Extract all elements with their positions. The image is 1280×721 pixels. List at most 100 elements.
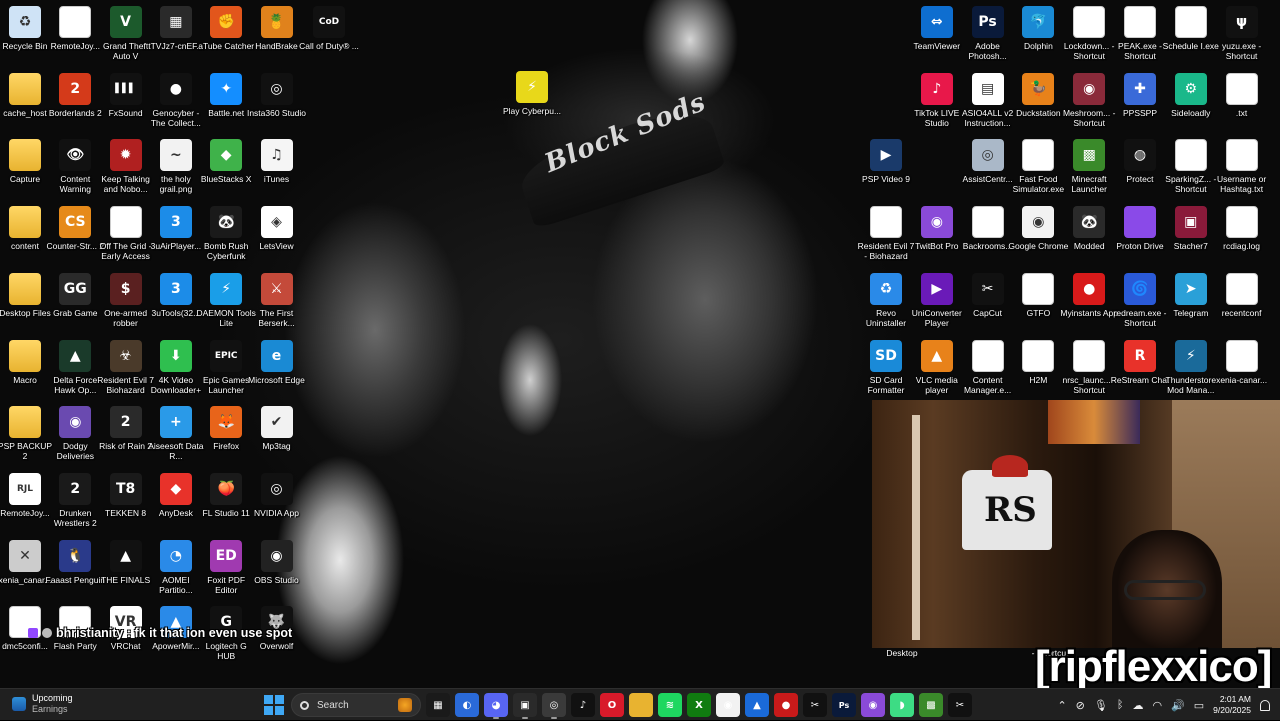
minecraft-taskbar-icon[interactable]: ▩ (919, 693, 943, 717)
desktop-icon[interactable]: ED Foxit PDF Editor (201, 539, 251, 595)
desktop-icon[interactable]: e Microsoft Edge (248, 339, 305, 385)
desktop-icon[interactable]: ◉ Google Chrome (1008, 206, 1068, 251)
desktop-icon[interactable]: ✦ Battle.net (201, 72, 251, 118)
desktop-icon[interactable]: 2 Drunken Wrestlers 2 (50, 472, 100, 528)
twitbot-taskbar-icon[interactable]: ◉ (861, 693, 885, 717)
desktop-icon[interactable]: Schedule I.exe (1163, 6, 1219, 51)
desktop-icon[interactable]: ψ yuzu.exe - Shortcut (1217, 6, 1267, 61)
desktop-icon[interactable]: ▶ PSP Video 9 (861, 139, 911, 184)
battery-icon[interactable]: ▭ (1194, 699, 1204, 712)
desktop-icon[interactable]: ▌▌▌ FxSound (101, 72, 151, 118)
desktop-icon[interactable]: ◉ Dodgy Deliveries (50, 406, 100, 461)
desktop-icon[interactable]: CoD Call of Duty® ... (299, 6, 359, 51)
desktop-icon[interactable]: $ One-armed robber (101, 272, 151, 328)
desktop-icon[interactable]: 🦆 Duckstation (1013, 72, 1063, 118)
capcut-taskbar-icon-2[interactable]: ✂ (948, 693, 972, 717)
desktop-icon[interactable]: ◔ AOMEI Partitio... (151, 539, 201, 595)
copilot-icon[interactable]: ◐ (455, 693, 479, 717)
desktop-icon[interactable]: ♪ TikTok LIVE Studio (912, 72, 962, 128)
desktop-icon[interactable]: ☣ Resident Evil 7 Biohazard (97, 339, 154, 395)
desktop-icon[interactable]: cache_host (0, 72, 50, 118)
desktop-icon[interactable]: ⚡ Play Cyberpu... (503, 71, 561, 116)
desktop-icon[interactable]: ◈ LetsView (252, 206, 302, 251)
desktop-icon[interactable]: ◎ Insta360 Studio (247, 72, 306, 118)
desktop-icon[interactable]: Desktop Files (0, 272, 51, 318)
desktop-icon[interactable]: H2M (1013, 339, 1063, 385)
cloud-icon[interactable]: ☁ (1132, 699, 1143, 712)
desktop-icon[interactable]: Ps Adobe Photosh... (963, 6, 1013, 61)
desktop-icon[interactable]: 2 Risk of Rain 2 (99, 406, 152, 451)
desktop-icon[interactable]: ♻ Revo Uninstaller (861, 272, 911, 328)
desktop-icon[interactable]: ⚔ The First Berserk... (252, 272, 302, 328)
network-off-icon[interactable]: ⊘ (1076, 699, 1085, 712)
desktop-icon[interactable]: ♫ iTunes (252, 139, 302, 184)
desktop-icon[interactable]: Capture (0, 139, 50, 184)
desktop-icon[interactable]: ◉ TwitBot Pro (912, 206, 962, 251)
desktop-icon[interactable]: Macro (0, 339, 50, 385)
desktop-icon[interactable]: RJL RemoteJoy... (0, 472, 50, 518)
desktop-icon[interactable]: Content Manager.e... (963, 339, 1013, 395)
desktop-icon[interactable]: 👁 Content Warning (50, 139, 100, 194)
desktop-icon[interactable]: Resident Evil 7 - Biohazard (858, 206, 914, 261)
desktop-icon[interactable]: ◉ OBS Studio (252, 539, 302, 585)
desktop-icon[interactable]: 🐼 Bomb Rush Cyberfunk (201, 206, 251, 261)
desktop-icon[interactable]: ▤ ASIO4ALL v2 Instruction... (962, 72, 1013, 128)
desktop-icon[interactable]: 🦊 Firefox (201, 406, 251, 451)
desktop-icon[interactable]: + Aiseesoft Data R... (148, 406, 204, 461)
desktop-icon[interactable]: ◎ AssistCentr... (963, 139, 1013, 184)
desktop-icon[interactable]: 🍍 HandBrake (252, 6, 302, 51)
volume-icon[interactable]: 🔊 (1171, 699, 1185, 712)
wifi-icon[interactable]: ◠ (1152, 699, 1162, 712)
photos-icon[interactable]: ▲ (745, 693, 769, 717)
desktop-icon[interactable]: Proton Drive (1115, 206, 1165, 251)
desktop-icon[interactable]: ◆ AnyDesk (151, 472, 201, 518)
desktop-icon[interactable]: 2 Borderlands 2 (49, 72, 102, 118)
desktop-icon[interactable]: ▣ Stacher7 (1166, 206, 1216, 251)
desktop-icon[interactable]: EPIC Epic Games Launcher (201, 339, 251, 395)
chrome-alt-icon[interactable]: ◎ (542, 693, 566, 719)
desktop-icon[interactable]: 🐬 Dolphin (1013, 6, 1063, 51)
desktop-icon[interactable]: ● Genocyber - The Collect... (151, 72, 201, 128)
desktop-icon[interactable]: PEAK.exe - Shortcut (1115, 6, 1165, 61)
opera-icon[interactable]: O (600, 693, 624, 717)
desktop-icon[interactable]: PSP BACKUP 2 (0, 406, 52, 461)
desktop-icon[interactable]: Off The Grid - Early Access (100, 206, 151, 261)
desktop-icon[interactable]: RemoteJoy... (50, 6, 100, 51)
desktop-icon[interactable]: Lockdown... - Shortcut (1064, 6, 1114, 61)
desktop-icon[interactable]: ⬇ 4K Video Downloader+ (151, 339, 201, 395)
desktop-icon[interactable]: ▶ UniConverter Player (912, 272, 962, 328)
desktop-icon[interactable]: ◉ Meshroom... - Shortcut (1063, 72, 1115, 128)
spotify-icon[interactable]: ≋ (658, 693, 682, 717)
desktop-icon[interactable]: ✕ xenia_canar... (0, 539, 51, 585)
desktop-icon[interactable]: V Grand Theft Auto V (101, 6, 151, 61)
desktop-icon[interactable]: ♻ Recycle Bin (0, 6, 50, 51)
desktop-icon[interactable]: Fast Food Simulator.exe (1013, 139, 1064, 194)
photoshop-taskbar-icon[interactable]: Ps (832, 693, 856, 717)
desktop-icon[interactable]: 🐧 Faaast Penguin (46, 539, 105, 585)
desktop-icon[interactable]: ◆ BlueStacks X (201, 139, 251, 184)
desktop-icon[interactable]: CS Counter-Str... 2 (46, 206, 104, 251)
desktop-icon[interactable]: 3 3uAirPlayer... (151, 206, 201, 251)
file-explorer-tray-icon[interactable]: ▦ (426, 693, 450, 717)
bluetooth-icon[interactable]: ᛒ (1117, 699, 1124, 711)
desktop-icon[interactable]: SparkingZ... - Shortcut (1165, 139, 1216, 194)
desktop-icon[interactable]: ● Myinstants App (1060, 272, 1118, 318)
chevron-up-icon[interactable]: ⌃ (1057, 699, 1066, 712)
desktop-icon[interactable]: recentconf (1217, 272, 1267, 318)
taskbar-search[interactable]: Search (291, 693, 421, 717)
notification-bell-icon[interactable] (1260, 699, 1270, 711)
record-icon[interactable]: ● (774, 693, 798, 717)
desktop-icon[interactable]: ⚙ Sideloadly (1166, 72, 1216, 118)
desktop-icon[interactable]: ▦ tTVJz7-cnEF... (148, 6, 204, 51)
desktop-icon[interactable]: ➤ Telegram (1166, 272, 1216, 318)
desktop-icon[interactable]: T8 TEKKEN 8 (101, 472, 151, 518)
desktop-icon[interactable]: ▲ VLC media player (912, 339, 962, 395)
desktop-icon[interactable]: ⚡ DAEMON Tools Lite (197, 272, 256, 328)
desktop-icon[interactable]: ✂ CapCut (963, 272, 1013, 318)
desktop-icon[interactable]: ✚ PPSSPP (1115, 72, 1165, 118)
folder-taskbar-icon[interactable] (629, 693, 653, 717)
desktop-icon[interactable]: ✹ Keep Talking and Nobo... (101, 139, 151, 194)
desktop-icon[interactable]: 3 3uTools(32... (151, 272, 201, 318)
xbox-icon[interactable]: X (687, 693, 711, 717)
desktop-icon[interactable]: GTFO (1013, 272, 1063, 318)
